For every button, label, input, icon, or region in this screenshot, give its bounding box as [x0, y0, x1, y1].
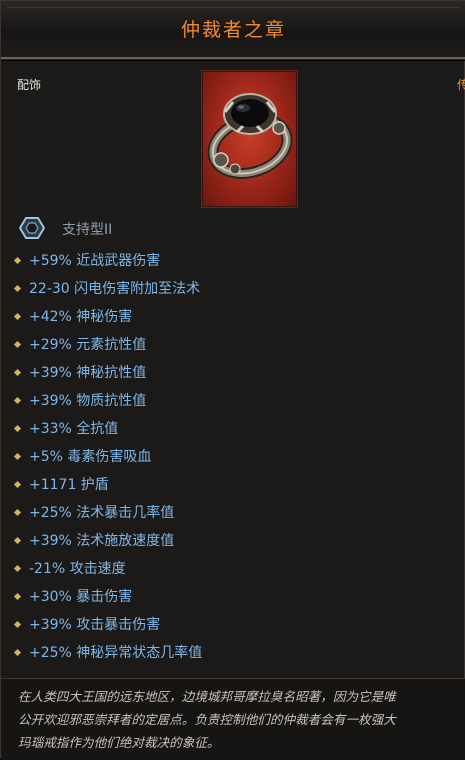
diamond-bullet-icon: [13, 480, 22, 489]
support-type-label: 支持型II: [62, 222, 113, 238]
affix-line: 22-30 闪电伤害附加至法术: [13, 277, 455, 305]
lore-line: 在人类四大王国的远东地区，边境城邦哥摩拉臭名昭著，因为它是唯: [18, 689, 396, 704]
affix-text: +1171 护盾: [29, 477, 109, 493]
onyx-ring-icon: [207, 93, 293, 179]
affix-text: +29% 元素抗性值: [29, 337, 147, 353]
affix-text: 22-30 闪电伤害附加至法术: [29, 281, 201, 297]
affix-line: +5% 毒素伤害吸血: [13, 445, 455, 473]
affix-text: +30% 暴击伤害: [29, 589, 133, 605]
affix-line: +42% 神秘伤害: [13, 305, 455, 333]
affix-text: +5% 毒素伤害吸血: [29, 449, 152, 465]
support-type-row: 支持型II: [19, 216, 319, 240]
diamond-bullet-icon: [13, 340, 22, 349]
diamond-bullet-icon: [13, 452, 22, 461]
affix-text: +39% 神秘抗性值: [29, 365, 147, 381]
diamond-bullet-icon: [13, 256, 22, 265]
diamond-bullet-icon: [13, 396, 22, 405]
lore-text: 在人类四大王国的远东地区，边境城邦哥摩拉臭名昭著，因为它是唯 公开欢迎邪恶崇拜者…: [18, 685, 464, 754]
affix-text: +59% 近战武器伤害: [29, 253, 161, 269]
affix-line: +59% 近战武器伤害: [13, 249, 455, 277]
affix-text: +25% 法术暴击几率值: [29, 505, 175, 521]
affix-list: +59% 近战武器伤害 22-30 闪电伤害附加至法术 +42% 神秘伤害 +2…: [13, 249, 455, 669]
diamond-bullet-icon: [13, 648, 22, 657]
affix-line: +30% 暴击伤害: [13, 585, 455, 613]
lore-line: 公开欢迎邪恶崇拜者的定居点。负责控制他们的仲裁者会有一枚强大: [18, 712, 396, 727]
diamond-bullet-icon: [13, 284, 22, 293]
affix-line: +39% 法术施放速度值: [13, 529, 455, 557]
affix-text: +39% 法术施放速度值: [29, 533, 175, 549]
diamond-bullet-icon: [13, 368, 22, 377]
diamond-bullet-icon: [13, 620, 22, 629]
title-bar: 仲裁者之章: [1, 1, 465, 59]
diamond-bullet-icon: [13, 592, 22, 601]
item-image-frame: [202, 71, 297, 207]
affix-line: +39% 攻击暴击伤害: [13, 613, 455, 641]
affix-line: -21% 攻击速度: [13, 557, 455, 585]
lore-line: 玛瑙戒指作为他们绝对裁决的象征。: [18, 735, 220, 750]
affix-line: +39% 物质抗性值: [13, 389, 455, 417]
lore-box: 在人类四大王国的远东地区，边境城邦哥摩拉臭名昭著，因为它是唯 公开欢迎邪恶崇拜者…: [1, 678, 465, 760]
affix-line: +33% 全抗值: [13, 417, 455, 445]
diamond-bullet-icon: [13, 564, 22, 573]
affix-line: +39% 神秘抗性值: [13, 361, 455, 389]
item-tooltip-panel: 仲裁者之章 配饰 传 支持型II +59% 近战武器伤害 22-30 闪电伤害附…: [0, 0, 465, 760]
item-name: 仲裁者之章: [180, 19, 286, 41]
item-type: 配饰: [17, 78, 42, 92]
affix-text: +33% 全抗值: [29, 421, 119, 437]
diamond-bullet-icon: [13, 312, 22, 321]
diamond-bullet-icon: [13, 424, 22, 433]
diamond-bullet-icon: [13, 508, 22, 517]
affix-text: +39% 攻击暴击伤害: [29, 617, 161, 633]
item-rarity: 传: [457, 78, 465, 92]
hexagon-icon: [19, 217, 45, 239]
affix-line: +25% 法术暴击几率值: [13, 501, 455, 529]
affix-line: +29% 元素抗性值: [13, 333, 455, 361]
affix-text: -21% 攻击速度: [29, 561, 126, 577]
diamond-bullet-icon: [13, 536, 22, 545]
affix-line: +1171 护盾: [13, 473, 455, 501]
affix-line: +25% 神秘异常状态几率值: [13, 641, 455, 669]
affix-text: +42% 神秘伤害: [29, 309, 133, 325]
affix-text: +25% 神秘异常状态几率值: [29, 645, 203, 661]
affix-text: +39% 物质抗性值: [29, 393, 147, 409]
